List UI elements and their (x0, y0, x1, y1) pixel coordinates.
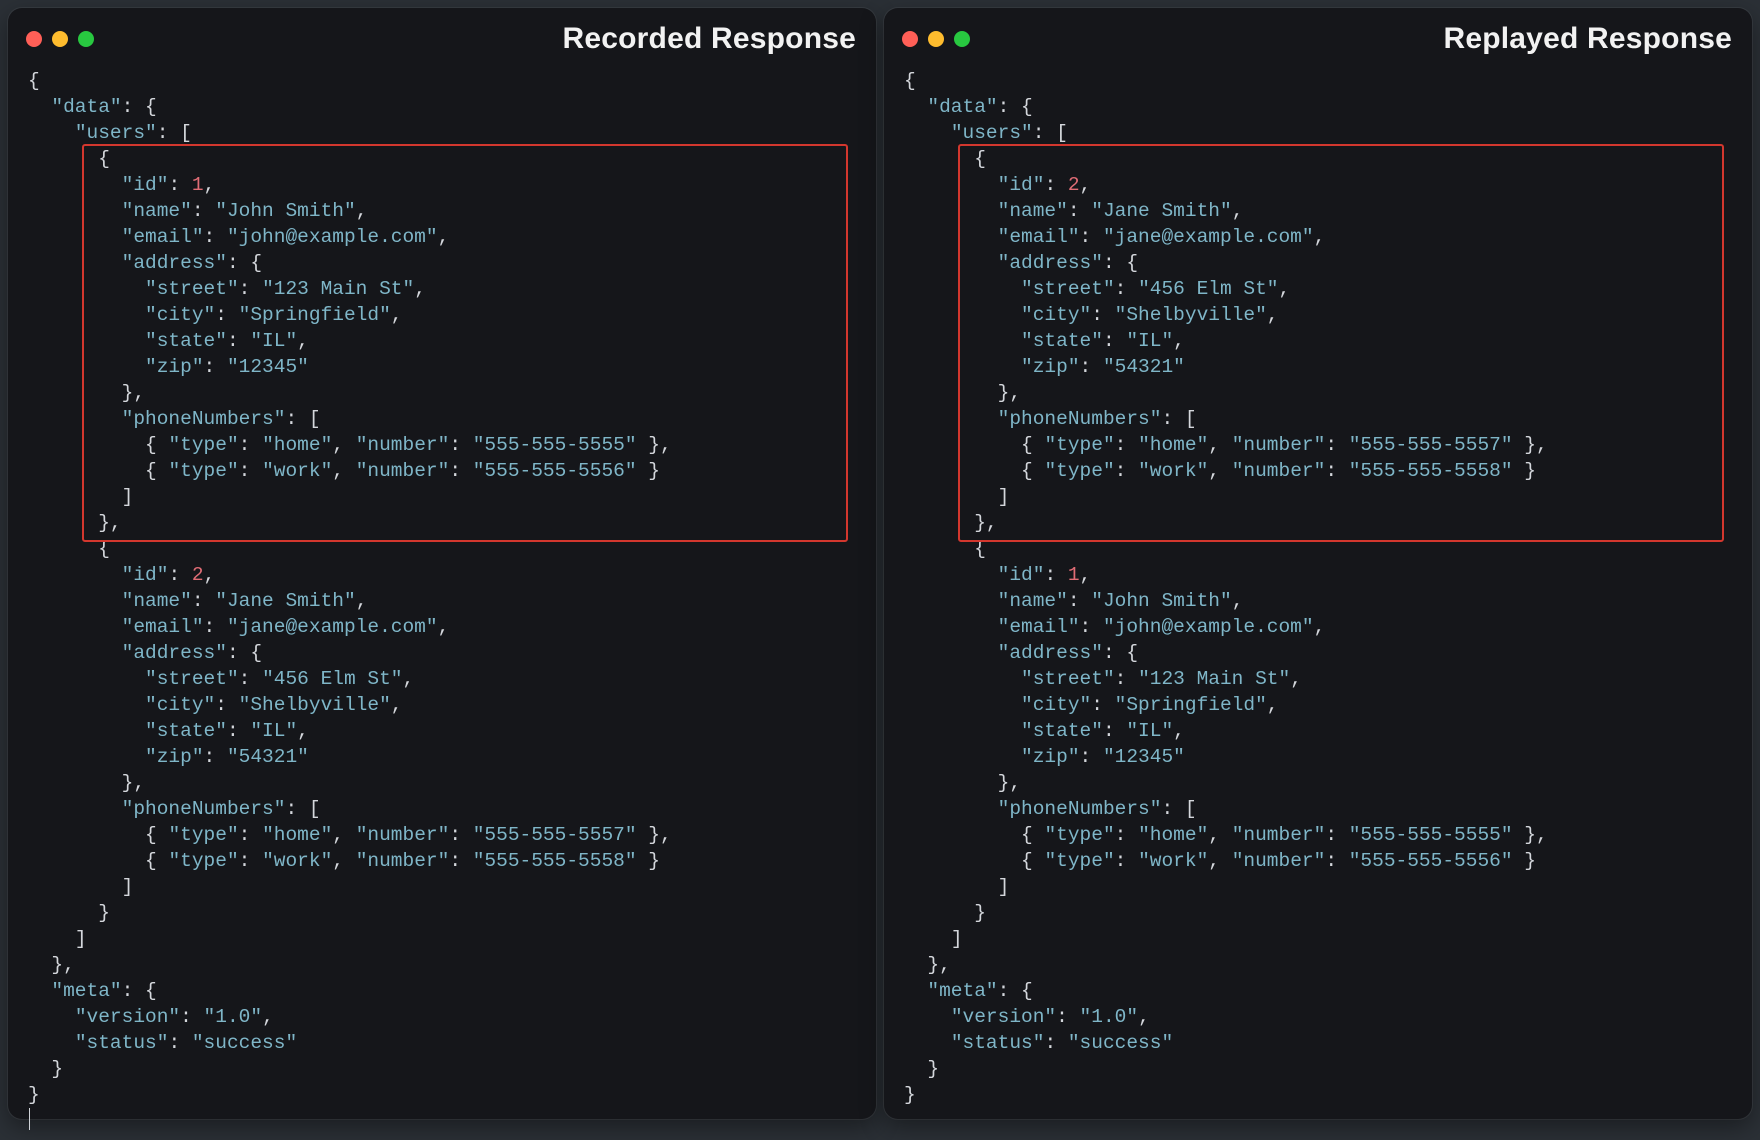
code-area-left: { "data": { "users": [ { "id": 1, "name"… (22, 64, 862, 1140)
traffic-lights (22, 31, 94, 47)
code-area-right: { "data": { "users": [ { "id": 2, "name"… (898, 64, 1738, 1114)
minimize-icon[interactable] (52, 31, 68, 47)
stage: Recorded Response { "data": { "users": [… (0, 0, 1760, 1127)
traffic-lights (898, 31, 970, 47)
zoom-icon[interactable] (78, 31, 94, 47)
json-viewer[interactable]: { "data": { "users": [ { "id": 2, "name"… (904, 68, 1732, 1108)
window-replayed: Replayed Response { "data": { "users": [… (884, 8, 1752, 1119)
window-recorded: Recorded Response { "data": { "users": [… (8, 8, 876, 1119)
titlebar: Replayed Response (898, 24, 1738, 54)
json-viewer[interactable]: { "data": { "users": [ { "id": 1, "name"… (28, 68, 856, 1134)
close-icon[interactable] (902, 31, 918, 47)
window-title: Replayed Response (970, 22, 1738, 56)
titlebar: Recorded Response (22, 24, 862, 54)
window-title: Recorded Response (94, 22, 862, 56)
zoom-icon[interactable] (954, 31, 970, 47)
minimize-icon[interactable] (928, 31, 944, 47)
close-icon[interactable] (26, 31, 42, 47)
